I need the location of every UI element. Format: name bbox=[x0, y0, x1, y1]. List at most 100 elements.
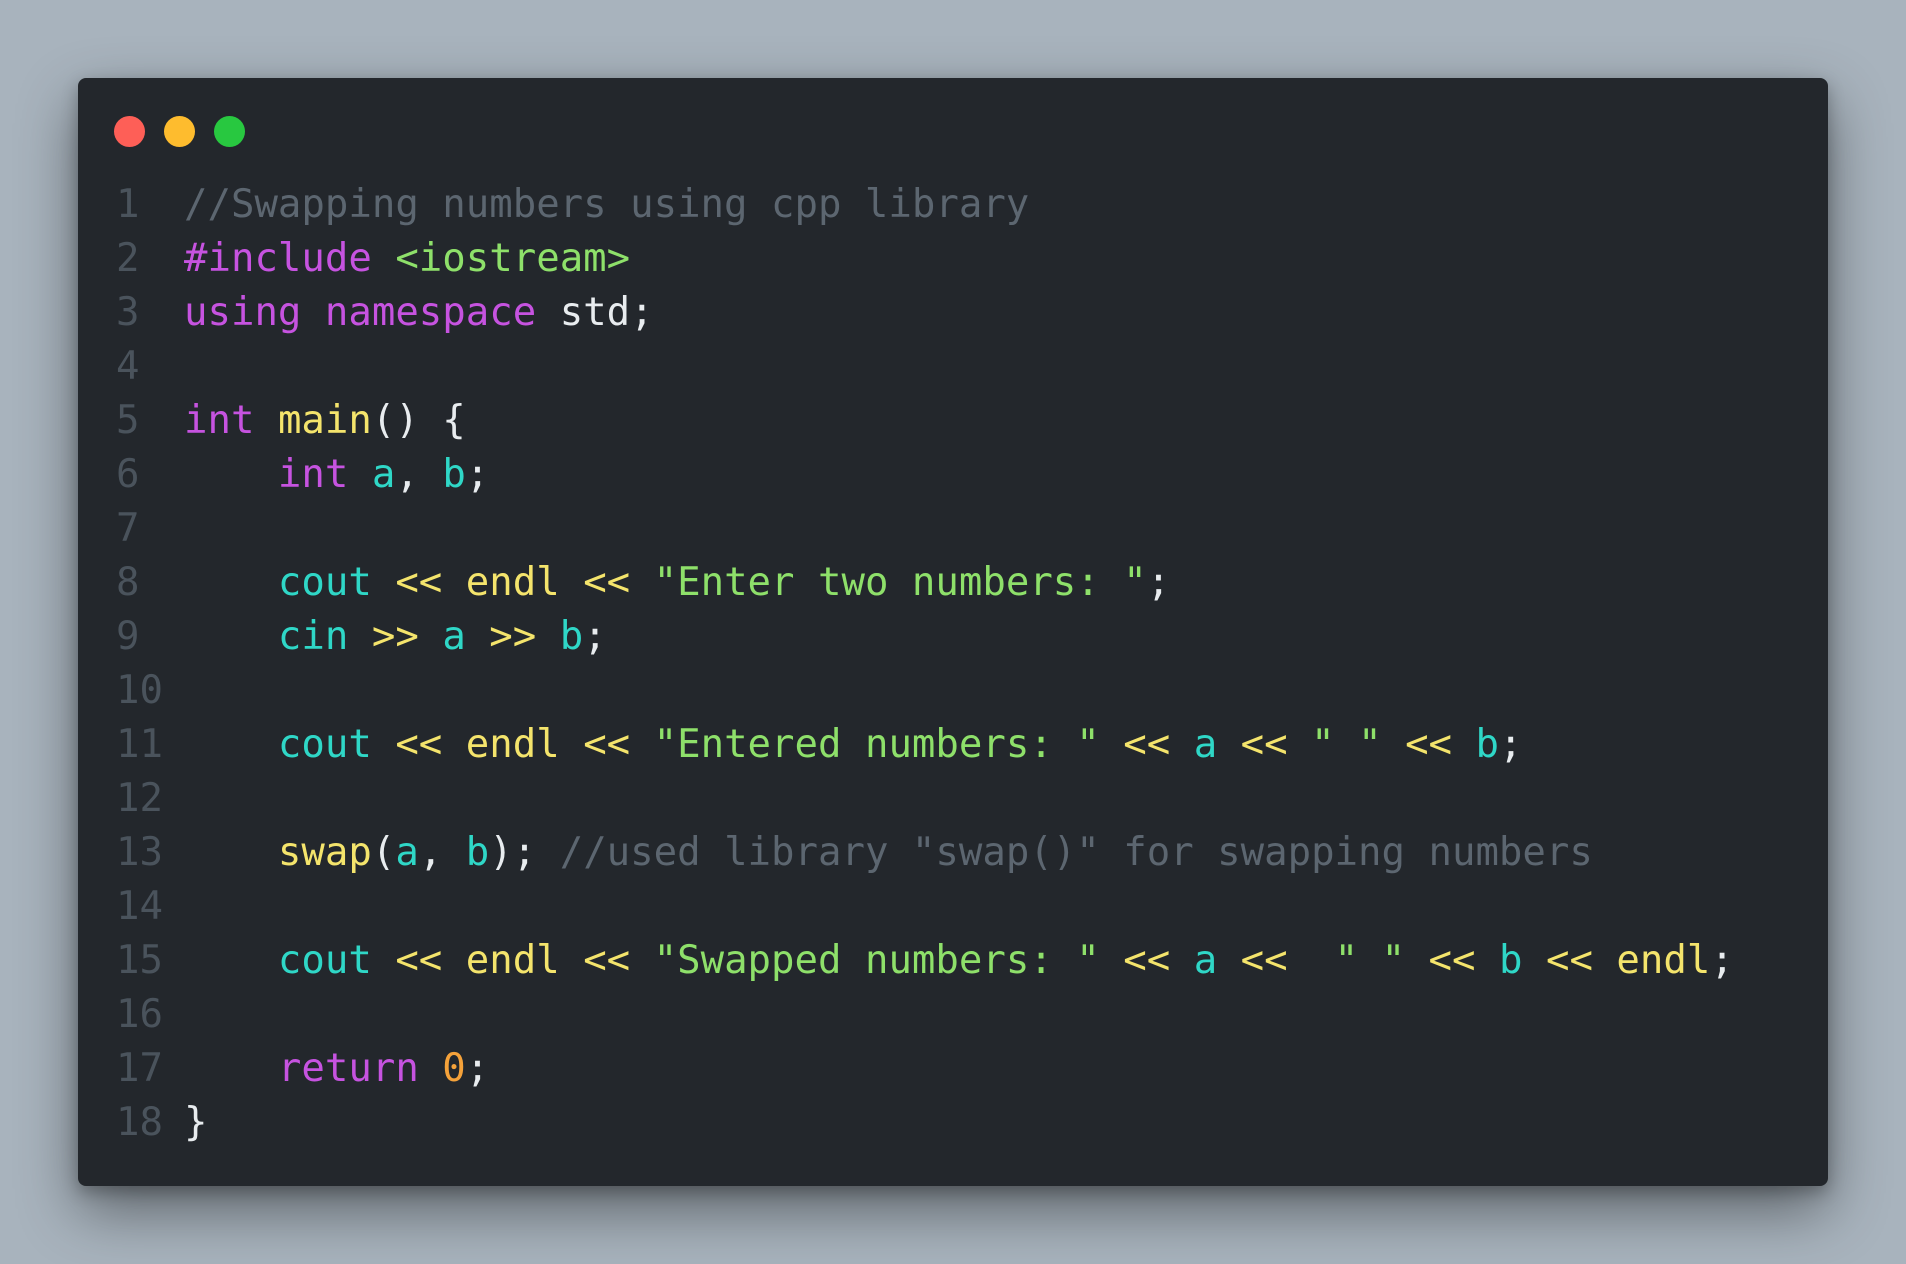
code-token-plain: , bbox=[418, 830, 466, 875]
line-content bbox=[179, 988, 184, 1042]
line-number: 15 bbox=[116, 938, 163, 983]
code-token-comment: //Swapping numbers using cpp library bbox=[184, 182, 1030, 227]
code-token-var: cin bbox=[277, 614, 349, 659]
code-line: 1 //Swapping numbers using cpp library bbox=[78, 178, 1828, 232]
minimize-button[interactable] bbox=[164, 116, 195, 147]
code-token-op: << bbox=[1405, 722, 1453, 767]
code-token-op: << bbox=[1428, 938, 1476, 983]
code-line: 9 cin >> a >> b; bbox=[78, 610, 1828, 664]
line-number: 8 bbox=[116, 560, 140, 605]
line-content: cout << endl << "Enter two numbers: "; bbox=[179, 556, 1170, 610]
window-controls bbox=[114, 116, 245, 147]
code-token-number: 0 bbox=[442, 1046, 466, 1091]
code-token-var: b bbox=[442, 452, 466, 497]
line-number: 11 bbox=[116, 722, 163, 767]
code-token-include: #include bbox=[184, 236, 372, 281]
code-editor[interactable]: 1 //Swapping numbers using cpp library 2 #i… bbox=[78, 178, 1828, 1150]
code-token-keyword: int bbox=[184, 398, 255, 443]
code-token-op: << bbox=[583, 722, 631, 767]
code-line: 8 cout << endl << "Enter two numbers: "; bbox=[78, 556, 1828, 610]
code-token-plain: ; bbox=[465, 1046, 490, 1091]
line-number: 6 bbox=[116, 452, 140, 497]
code-token-var: a bbox=[395, 830, 419, 875]
code-token-string: "Entered numbers: " bbox=[653, 722, 1100, 767]
code-token-op: << bbox=[395, 938, 443, 983]
code-token-plain: ( bbox=[371, 830, 396, 875]
code-line: 13 swap(a, b); //used library "swap()" f… bbox=[78, 826, 1828, 880]
line-content: cout << endl << "Swapped numbers: " << a… bbox=[179, 934, 1734, 988]
code-token-op: << bbox=[1240, 722, 1288, 767]
code-window: 1 //Swapping numbers using cpp library 2 #i… bbox=[78, 78, 1828, 1186]
code-token-plain: ; bbox=[1499, 722, 1523, 767]
code-line: 6 int a, b; bbox=[78, 448, 1828, 502]
code-line: 11 cout << endl << "Entered numbers: " <… bbox=[78, 718, 1828, 772]
code-token-var: b bbox=[1499, 938, 1523, 983]
code-line: 4 bbox=[78, 340, 1828, 394]
code-token-plain: ; bbox=[465, 452, 490, 497]
code-token-keyword: return bbox=[277, 1046, 419, 1091]
line-content: //Swapping numbers using cpp library bbox=[179, 178, 1029, 232]
code-line: 2 #include <iostream> bbox=[78, 232, 1828, 286]
code-line: 15 cout << endl << "Swapped numbers: " <… bbox=[78, 934, 1828, 988]
line-content bbox=[179, 664, 184, 718]
line-content bbox=[179, 502, 184, 556]
code-token-var: cout bbox=[277, 560, 372, 605]
code-token-var: a bbox=[442, 614, 466, 659]
line-content: return 0; bbox=[179, 1042, 489, 1096]
line-content bbox=[179, 772, 184, 826]
code-token-string: " " bbox=[1311, 722, 1382, 767]
code-token-var: b bbox=[1475, 722, 1499, 767]
line-number: 10 bbox=[116, 668, 163, 713]
code-line: 16 bbox=[78, 988, 1828, 1042]
code-token-var: cout bbox=[277, 722, 372, 767]
line-content: cout << endl << "Entered numbers: " << a… bbox=[179, 718, 1523, 772]
code-token-op: << bbox=[1240, 938, 1288, 983]
line-content: } bbox=[179, 1096, 207, 1150]
code-token-op: << bbox=[395, 560, 443, 605]
code-token-op: << bbox=[1545, 938, 1593, 983]
line-content: using namespace std; bbox=[179, 286, 654, 340]
code-token-func: endl bbox=[465, 938, 560, 983]
code-token-op: >> bbox=[489, 614, 537, 659]
line-content: swap(a, b); //used library "swap()" for … bbox=[179, 826, 1593, 880]
code-token-string: " " bbox=[1334, 938, 1406, 983]
code-token-comment: //used library "swap()" for swapping num… bbox=[559, 830, 1593, 875]
code-token-string: "Swapped numbers: " bbox=[653, 938, 1100, 983]
code-token-op: << bbox=[583, 938, 631, 983]
code-token-plain: std; bbox=[536, 290, 654, 335]
close-button[interactable] bbox=[114, 116, 145, 147]
code-token-keyword: using bbox=[184, 290, 302, 335]
line-content bbox=[179, 340, 184, 394]
line-number: 7 bbox=[116, 506, 140, 551]
line-number: 17 bbox=[116, 1046, 163, 1091]
code-line: 18} bbox=[78, 1096, 1828, 1150]
line-number: 9 bbox=[116, 614, 140, 659]
zoom-button[interactable] bbox=[214, 116, 245, 147]
